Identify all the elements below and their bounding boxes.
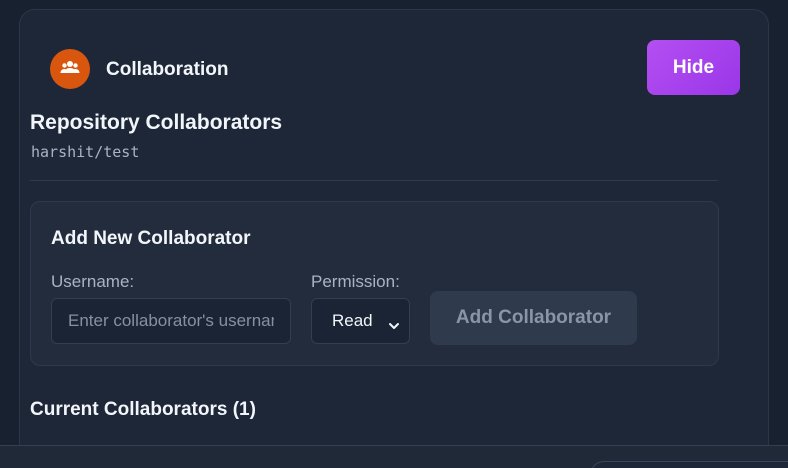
permission-label: Permission: <box>311 272 400 291</box>
add-collaborator-button[interactable]: Add Collaborator <box>430 291 637 345</box>
add-collaborator-card: Add New Collaborator Username: Permissio… <box>30 201 719 366</box>
collaboration-avatar <box>50 49 90 89</box>
permission-select[interactable]: Read <box>311 298 410 344</box>
repository-collaborators-heading: Repository Collaborators <box>30 111 283 134</box>
current-collaborators-heading: Current Collaborators (1) <box>30 399 256 420</box>
add-collaborator-heading: Add New Collaborator <box>51 228 251 249</box>
hide-button[interactable]: Hide <box>647 40 740 95</box>
chevron-down-icon <box>388 316 400 336</box>
permission-selected-value: Read <box>332 311 373 330</box>
divider <box>30 180 718 181</box>
bottom-pill <box>590 461 788 468</box>
panel-header: Collaboration Hide <box>50 40 740 96</box>
users-icon <box>60 59 80 80</box>
username-label: Username: <box>51 272 135 291</box>
repository-name: harshit/test <box>31 143 140 161</box>
username-input[interactable] <box>51 298 291 344</box>
panel-title: Collaboration <box>106 59 229 80</box>
